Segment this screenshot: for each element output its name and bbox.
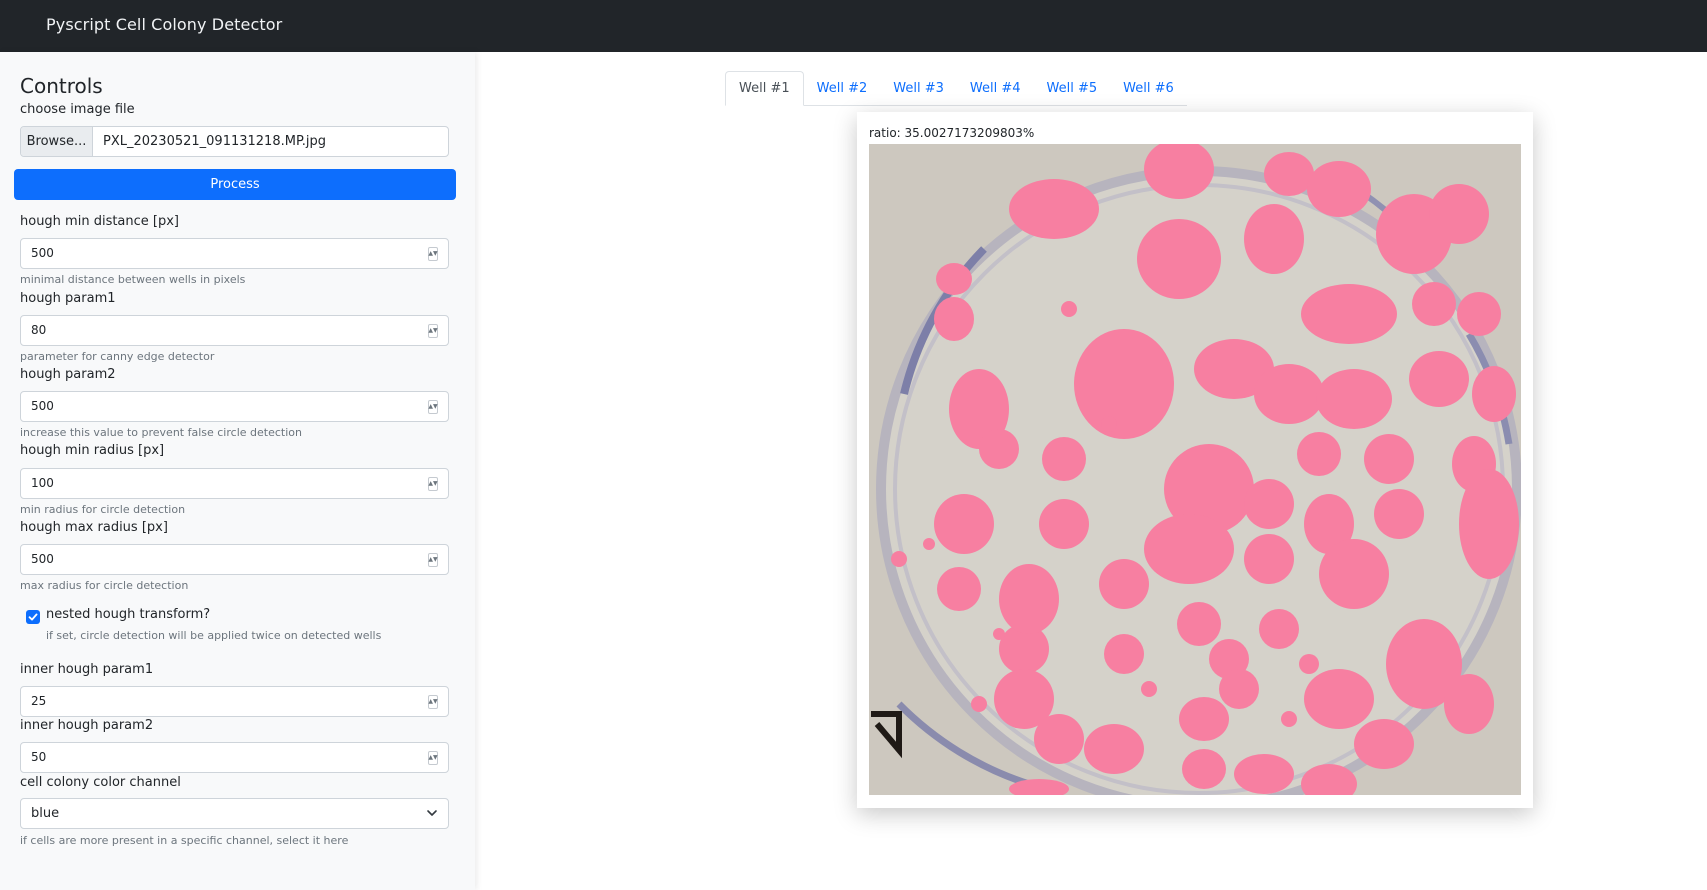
- input-value: 25: [31, 694, 47, 708]
- check-icon: [28, 613, 38, 621]
- field-help-min-distance: minimal distance between wells in pixels: [20, 273, 246, 286]
- field-label-inner-param1: inner hough param1: [20, 662, 154, 677]
- file-name: PXL_20230521_091131218.MP.jpg: [103, 134, 327, 149]
- controls-heading: Controls: [20, 74, 103, 98]
- nested-hough-label: nested hough transform?: [46, 607, 211, 622]
- field-help-max-radius: max radius for circle detection: [20, 579, 189, 592]
- spinner-icon[interactable]: ▲▼: [428, 751, 438, 765]
- select-value: blue: [31, 806, 60, 821]
- inner-param2-input[interactable]: 50 ▲▼: [20, 742, 449, 773]
- min-radius-input[interactable]: 100 ▲▼: [20, 468, 449, 499]
- param2-input[interactable]: 500 ▲▼: [20, 391, 449, 422]
- tab-well-5[interactable]: Well #5: [1034, 71, 1111, 106]
- field-help-param2: increase this value to prevent false cir…: [20, 426, 302, 439]
- input-value: 80: [31, 323, 47, 337]
- file-input[interactable]: Browse... PXL_20230521_091131218.MP.jpg: [20, 126, 449, 157]
- tab-well-6[interactable]: Well #6: [1110, 71, 1187, 106]
- spinner-icon[interactable]: ▲▼: [428, 695, 438, 709]
- spinner-icon[interactable]: ▲▼: [428, 477, 438, 491]
- spinner-icon[interactable]: ▲▼: [428, 553, 438, 567]
- tab-well-1[interactable]: Well #1: [725, 71, 804, 106]
- file-label: choose image file: [20, 102, 135, 117]
- field-help-param1: parameter for canny edge detector: [20, 350, 215, 363]
- well-image: [869, 144, 1521, 795]
- field-label-min-distance: hough min distance [px]: [20, 214, 180, 229]
- field-label-min-radius: hough min radius [px]: [20, 443, 165, 458]
- param1-input[interactable]: 80 ▲▼: [20, 315, 449, 346]
- spinner-icon[interactable]: ▲▼: [428, 400, 438, 414]
- input-value: 50: [31, 750, 47, 764]
- browse-button[interactable]: Browse...: [21, 127, 93, 156]
- input-value: 500: [31, 552, 54, 566]
- field-label-param1: hough param1: [20, 291, 116, 306]
- inner-param1-input[interactable]: 25 ▲▼: [20, 686, 449, 717]
- well-tabs: Well #1 Well #2 Well #3 Well #4 Well #5 …: [725, 71, 1187, 106]
- field-help-min-radius: min radius for circle detection: [20, 503, 186, 516]
- input-value: 500: [31, 399, 54, 413]
- min-distance-input[interactable]: 500 ▲▼: [20, 238, 449, 269]
- process-button[interactable]: Process: [14, 169, 456, 200]
- nested-hough-checkbox[interactable]: [26, 610, 40, 624]
- spinner-icon[interactable]: ▲▼: [428, 247, 438, 261]
- result-card: ratio: 35.0027173209803%: [857, 112, 1533, 808]
- field-help-color-channel: if cells are more present in a specific …: [20, 834, 349, 847]
- input-value: 500: [31, 246, 54, 260]
- tab-well-4[interactable]: Well #4: [957, 71, 1034, 106]
- field-label-inner-param2: inner hough param2: [20, 718, 154, 733]
- navbar: Pyscript Cell Colony Detector: [0, 0, 1707, 52]
- tab-well-3[interactable]: Well #3: [880, 71, 957, 106]
- nested-hough-help: if set, circle detection will be applied…: [46, 629, 382, 642]
- max-radius-input[interactable]: 500 ▲▼: [20, 544, 449, 575]
- app-title: Pyscript Cell Colony Detector: [46, 15, 283, 34]
- input-value: 100: [31, 476, 54, 490]
- field-label-color-channel: cell colony color channel: [20, 775, 181, 790]
- tab-well-2[interactable]: Well #2: [804, 71, 881, 106]
- ratio-text: ratio: 35.0027173209803%: [869, 126, 1035, 140]
- controls-sidebar: Controls choose image file Browse... PXL…: [0, 52, 475, 890]
- well-image-graphic: [869, 144, 1521, 795]
- field-label-max-radius: hough max radius [px]: [20, 520, 168, 535]
- field-label-param2: hough param2: [20, 367, 116, 382]
- chevron-down-icon: [427, 810, 437, 816]
- color-channel-select[interactable]: blue: [20, 798, 449, 829]
- spinner-icon[interactable]: ▲▼: [428, 324, 438, 338]
